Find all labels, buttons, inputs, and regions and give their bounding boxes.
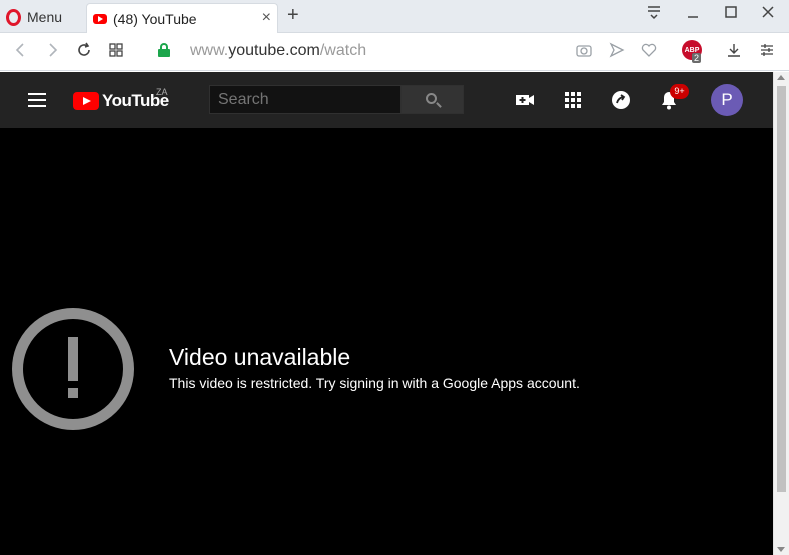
send-icon[interactable] — [606, 41, 628, 64]
close-window-icon[interactable] — [756, 4, 780, 25]
download-icon[interactable] — [723, 41, 745, 64]
address-bar: www.youtube.com/watch ABP 2 — [0, 33, 789, 71]
avatar[interactable]: P — [711, 84, 743, 116]
video-player: Video unavailable This video is restrict… — [0, 128, 773, 555]
opera-menu-button[interactable]: Menu — [6, 5, 62, 29]
new-tab-button[interactable]: + — [287, 4, 299, 27]
apps-grid-icon[interactable] — [562, 89, 584, 111]
url-host: youtube.com — [228, 42, 320, 59]
opera-logo-icon — [6, 8, 21, 26]
country-code: ZA — [156, 87, 168, 97]
speed-dial-icon[interactable] — [105, 41, 127, 64]
youtube-play-icon — [73, 92, 99, 110]
forward-icon[interactable] — [41, 41, 63, 64]
tab-title: (48) YouTube — [113, 10, 197, 27]
tab-bar: Menu (48) YouTube × + — [0, 0, 789, 33]
search-button[interactable] — [401, 85, 464, 114]
url-prefix: www. — [190, 42, 229, 59]
secure-lock-icon[interactable] — [158, 43, 170, 57]
guide-menu-icon[interactable] — [28, 93, 46, 107]
error-subtitle: This video is restricted. Try signing in… — [169, 375, 580, 391]
youtube-favicon-icon — [93, 13, 107, 24]
back-icon[interactable] — [10, 41, 32, 64]
tab-youtube[interactable]: (48) YouTube × — [86, 3, 278, 33]
snapshot-camera-icon[interactable] — [573, 41, 595, 64]
bookmark-heart-icon[interactable] — [638, 41, 660, 64]
create-video-icon[interactable] — [514, 89, 536, 111]
maximize-icon[interactable] — [719, 4, 743, 25]
error-title: Video unavailable — [169, 344, 351, 370]
url-path: /watch — [319, 42, 367, 59]
messages-share-icon[interactable] — [610, 89, 632, 111]
menu-label: Menu — [27, 9, 63, 25]
easy-setup-icon[interactable] — [756, 41, 778, 64]
scroll-down-icon[interactable] — [777, 547, 785, 552]
minimize-icon[interactable] — [681, 4, 705, 25]
scrollbar-thumb[interactable] — [777, 86, 786, 492]
warning-exclamation-icon — [12, 308, 134, 430]
reload-icon[interactable] — [73, 41, 95, 64]
youtube-header: YouTube ZA — [0, 72, 773, 128]
search-input[interactable] — [209, 85, 401, 114]
youtube-logo[interactable]: YouTube ZA — [73, 87, 169, 111]
notifications-badge: 9+ — [670, 84, 689, 99]
adblock-count-badge: 2 — [692, 53, 702, 63]
search-icon — [426, 93, 437, 104]
tab-close-button[interactable]: × — [262, 9, 271, 27]
page-scrollbar[interactable] — [773, 72, 789, 555]
scroll-up-icon[interactable] — [777, 75, 785, 80]
url-field[interactable]: www.youtube.com/watch — [190, 42, 366, 60]
tab-menu-icon[interactable] — [642, 4, 666, 25]
